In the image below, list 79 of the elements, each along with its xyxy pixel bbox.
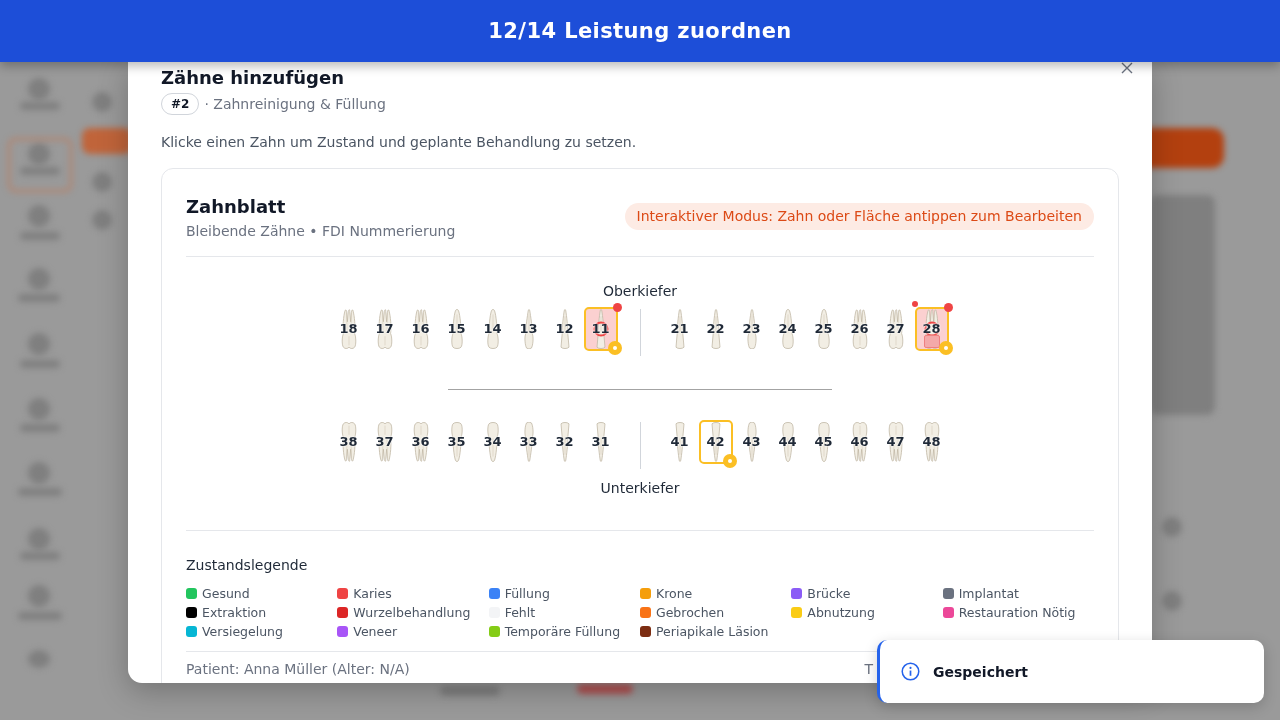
tooth-button[interactable]: 32 (547, 420, 582, 464)
tooth-button[interactable]: 23 (734, 307, 769, 351)
legend-label: Füllung (504, 586, 550, 601)
tooth-icon (448, 309, 465, 349)
tooth-icon (448, 422, 465, 462)
jaw-label: Oberkiefer (601, 282, 679, 300)
instruction-text: Klicke einen Zahn um Zustand und geplante Behandlung zu setzen. (161, 133, 638, 151)
legend-label: Periapikale Läsion (656, 624, 769, 639)
tooth-button[interactable]: 18 (331, 307, 366, 351)
legend-label: Gesund (202, 586, 250, 601)
close-icon[interactable] (1121, 62, 1133, 74)
tooth-button[interactable]: 35 (439, 420, 474, 464)
tooth-button[interactable]: 24 (770, 307, 805, 351)
tooth-icon (923, 422, 940, 462)
tooth-icon (412, 309, 429, 349)
tooth-button[interactable]: 27 (878, 307, 913, 351)
tooth-button[interactable]: 17 (367, 307, 402, 351)
service-name: · Zahnreinigung & Füllung (204, 95, 386, 113)
tooth-icon (340, 309, 357, 349)
tooth-icon (887, 309, 904, 349)
chart-title: Zahnblatt (186, 196, 287, 218)
legend-title: Zustandslegende (186, 556, 309, 574)
tooth-button[interactable]: 37 (367, 420, 402, 464)
info-icon (901, 662, 920, 681)
legend-label: Wurzelbehandlung (353, 605, 471, 620)
tooth-icon (815, 422, 832, 462)
tooth-button[interactable]: 36 (403, 420, 438, 464)
tooth-button[interactable]: 41 (662, 420, 697, 464)
legend-label: Brücke (807, 586, 851, 601)
tooth-icon (340, 422, 357, 462)
tooth-button[interactable]: 21 (662, 307, 697, 351)
tooth-button[interactable]: 45 (806, 420, 841, 464)
legend-label: Restauration Nötig (958, 605, 1076, 620)
tooth-icon (412, 422, 429, 462)
legend-label: Veneer (353, 624, 398, 639)
tooth-button[interactable]: 48 (914, 420, 949, 464)
legend-label: Temporäre Füllung (504, 624, 621, 639)
tooth-button[interactable]: 12 (547, 307, 582, 351)
legend-label: Implantat (958, 586, 1019, 601)
tooth-button[interactable]: 26 (842, 307, 877, 351)
tooth-button[interactable]: 43 (734, 420, 769, 464)
patient-info: Patient: Anna Müller (Alter: N/A) (186, 660, 410, 678)
mode-hint-pill: Interaktiver Modus: Zahn oder Fläche antippen zum Bearbeiten (624, 203, 1094, 230)
tooth-icon (484, 309, 501, 349)
legend-label: Extraktion (202, 605, 267, 620)
tooth-button[interactable]: 25 (806, 307, 841, 351)
tooth-icon (851, 309, 868, 349)
tooth-button[interactable]: 33 (511, 420, 546, 464)
toast-message: Gespeichert (933, 663, 1028, 680)
page-title: 12/14 Leistung zuordnen (488, 19, 792, 43)
tooth-icon (815, 309, 832, 349)
tooth-button[interactable]: 13 (511, 307, 546, 351)
tooth-icon (779, 422, 796, 462)
tooth-button[interactable]: 44 (770, 420, 805, 464)
tooth-icon (851, 422, 868, 462)
tooth-button[interactable]: 31 (583, 420, 618, 464)
tooth-button[interactable]: 34 (475, 420, 510, 464)
tooth-button[interactable]: 38 (331, 420, 366, 464)
tooth-button[interactable]: 47 (878, 420, 913, 464)
tooth-icon (376, 309, 393, 349)
dialog-title: Zähne hinzufügen (161, 67, 345, 89)
footer-text: T (864, 660, 873, 678)
legend-label: Karies (353, 586, 392, 601)
legend-label: Krone (656, 586, 693, 601)
legend-label: Versiegelung (202, 624, 283, 639)
legend-label: Abnutzung (807, 605, 875, 620)
tooth-icon (376, 422, 393, 462)
tooth-button[interactable]: 22 (698, 307, 733, 351)
tooth-button[interactable]: 14 (475, 307, 510, 351)
chart-subtitle: Bleibende Zähne • FDI Nummerierung (186, 222, 456, 240)
tooth-icon (484, 422, 501, 462)
tooth-icon (887, 422, 904, 462)
tooth-button[interactable]: 16 (403, 307, 438, 351)
legend-label: Fehlt (504, 605, 536, 620)
tooth-button[interactable]: 46 (842, 420, 877, 464)
legend-label: Gebrochen (656, 605, 725, 620)
jaw-label: Unterkiefer (599, 479, 681, 497)
tooth-button[interactable]: 15 (439, 307, 474, 351)
tooth-icon (779, 309, 796, 349)
